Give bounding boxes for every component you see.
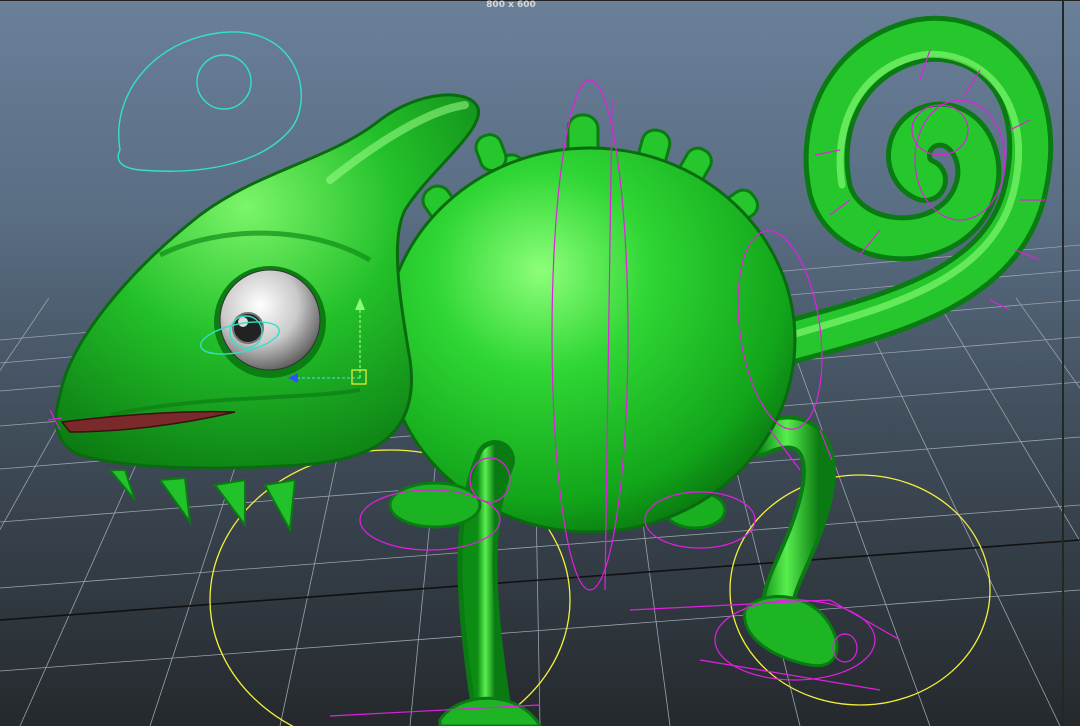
head-control-circle: [196, 54, 252, 110]
grid-line: [0, 539, 1080, 621]
resolution-gate-edge: [1062, 0, 1080, 726]
eye[interactable]: [214, 266, 326, 378]
grid-line: [0, 589, 1080, 672]
body-sphere[interactable]: [383, 146, 797, 534]
viewport-scene[interactable]: [0, 0, 1080, 726]
head-control-curve: [117, 31, 302, 172]
grid-line: [854, 297, 1061, 726]
back-leg[interactable]: [743, 415, 839, 668]
tail[interactable]: [737, 15, 1054, 373]
maya-3d-viewport[interactable]: 800 x 600: [0, 0, 1080, 726]
resolution-gate-label: 800 x 600: [486, 0, 536, 10]
